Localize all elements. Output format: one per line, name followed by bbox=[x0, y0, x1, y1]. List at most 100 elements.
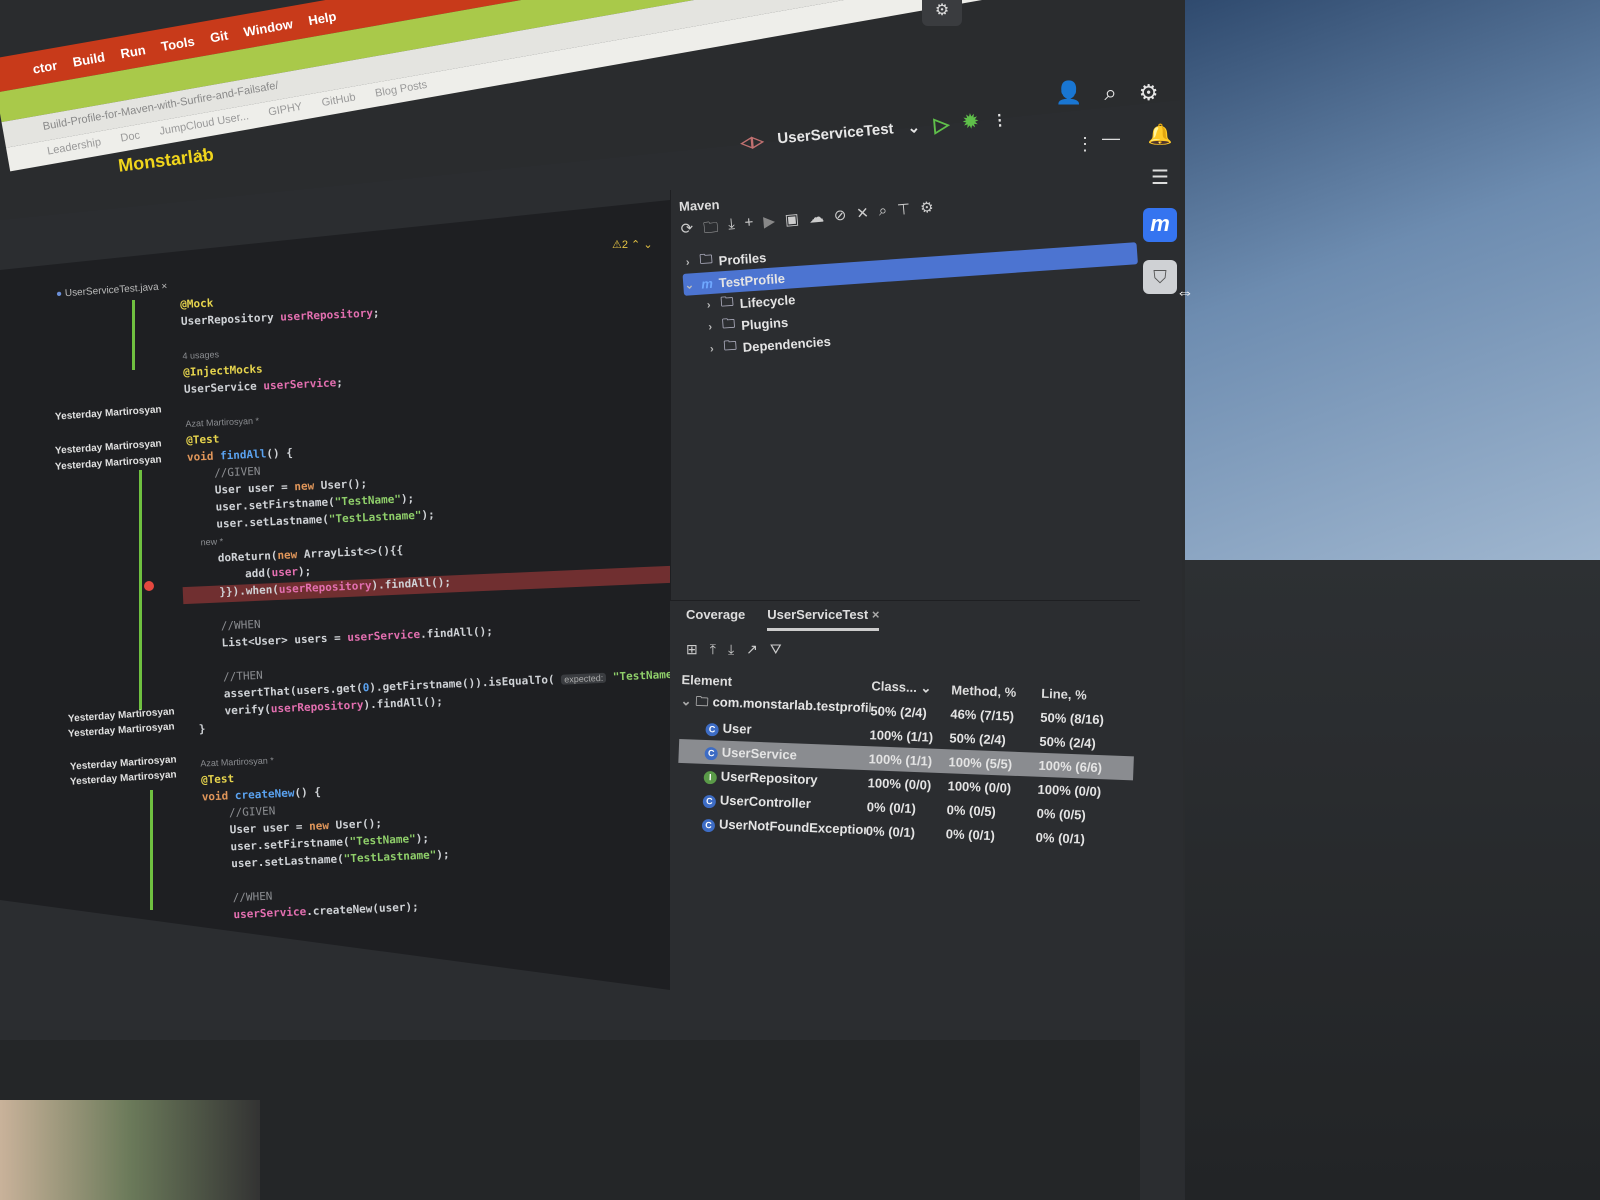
navigate-down-icon[interactable]: ⤓ bbox=[728, 641, 734, 658]
class-coverage-cell: 100% (1/1) bbox=[868, 750, 933, 769]
notifications-icon[interactable]: 🔔 bbox=[1148, 122, 1173, 147]
code-token: ; bbox=[335, 375, 344, 390]
close-icon[interactable]: × bbox=[872, 607, 880, 622]
chevron-right-icon[interactable]: › bbox=[704, 321, 717, 334]
maven-settings-icon[interactable]: ⚙ bbox=[919, 198, 935, 224]
filter-icon[interactable]: ⛛ bbox=[770, 641, 782, 658]
offline-mode-icon[interactable]: ☁ bbox=[808, 208, 825, 234]
element-cell: C User bbox=[679, 719, 869, 742]
export-icon[interactable]: ↗ bbox=[746, 641, 758, 658]
line-coverage-cell: 0% (0/5) bbox=[1036, 805, 1087, 823]
database-icon[interactable]: ☰ bbox=[1151, 165, 1169, 190]
code-token: ); bbox=[421, 508, 436, 522]
gear-icon[interactable]: ⚙ bbox=[922, 0, 962, 26]
reload-icon[interactable]: ⟳ bbox=[680, 219, 695, 245]
run-icon[interactable]: ▷ bbox=[933, 111, 951, 137]
logo-dots-icon: ∷ bbox=[196, 145, 205, 161]
code-token: ; bbox=[372, 306, 380, 320]
chevron-down-icon[interactable]: ⌄ bbox=[907, 117, 921, 136]
bookmark[interactable]: Doc bbox=[120, 129, 142, 146]
bookmark[interactable]: Leadership bbox=[46, 136, 102, 159]
breakpoint-icon[interactable] bbox=[144, 581, 154, 591]
maven-tree-label: Dependencies bbox=[742, 333, 832, 355]
code-token: userRepository bbox=[270, 698, 364, 716]
code-token: //WHEN bbox=[194, 617, 261, 634]
menu-build[interactable]: Build bbox=[71, 49, 106, 69]
add-user-icon[interactable]: 👤 bbox=[1055, 80, 1082, 106]
column-line[interactable]: Line, % bbox=[1041, 685, 1132, 703]
code-token: //WHEN bbox=[205, 889, 273, 906]
bookmark[interactable]: GitHub bbox=[321, 91, 357, 111]
menu-tools[interactable]: Tools bbox=[160, 33, 196, 54]
element-cell: I UserRepository bbox=[678, 767, 868, 790]
code-token: new bbox=[308, 818, 336, 833]
coverage-shield-icon[interactable]: ⛉ bbox=[1143, 260, 1177, 294]
chevron-right-icon[interactable]: › bbox=[705, 343, 718, 356]
background-wall bbox=[1185, 560, 1600, 1200]
code-token: User(); bbox=[335, 816, 383, 832]
chevron-down-icon[interactable]: ⌄ bbox=[680, 693, 691, 708]
show-diagram-icon[interactable]: ⊤ bbox=[896, 200, 911, 226]
resize-handle-icon[interactable]: ⇔ bbox=[1176, 282, 1194, 303]
column-class[interactable]: Class... ⌄ bbox=[871, 678, 952, 697]
method-coverage-cell: 50% (2/4) bbox=[949, 729, 1007, 747]
generate-sources-icon[interactable]: 🗀 bbox=[702, 217, 719, 243]
maven-panel-title: Maven bbox=[678, 196, 720, 215]
search-icon[interactable]: ⌕ bbox=[1104, 80, 1116, 106]
debug-icon[interactable]: ✹ bbox=[962, 111, 979, 133]
skip-tests-icon[interactable]: ⊘ bbox=[833, 206, 848, 232]
menu-git[interactable]: Git bbox=[209, 27, 229, 45]
menu-run[interactable]: Run bbox=[119, 42, 147, 61]
code-token: new bbox=[277, 547, 305, 562]
code-token: ); bbox=[297, 564, 312, 579]
code-token: ); bbox=[415, 831, 430, 846]
more-icon[interactable]: ⋮ bbox=[991, 110, 1007, 129]
menu-refactor[interactable]: ctor bbox=[31, 57, 58, 76]
add-icon[interactable]: + bbox=[744, 214, 755, 240]
code-token: doReturn( bbox=[191, 549, 278, 566]
menu-window[interactable]: Window bbox=[242, 16, 294, 39]
java-class-icon: ● bbox=[55, 288, 63, 300]
execute-goal-icon[interactable]: ▣ bbox=[784, 210, 800, 236]
code-token: ); bbox=[436, 847, 450, 862]
tab-userservicetest[interactable]: UserServiceTest × bbox=[767, 607, 880, 631]
chevron-right-icon[interactable]: › bbox=[681, 256, 694, 269]
code-token: expected: bbox=[561, 672, 607, 685]
settings-icon[interactable]: ⚙ bbox=[1139, 80, 1159, 106]
menu-help[interactable]: Help bbox=[307, 8, 337, 28]
run-maven-icon[interactable]: ▶ bbox=[763, 212, 777, 238]
flatten-packages-icon[interactable]: ⊞ bbox=[686, 641, 698, 658]
panel-options-icon[interactable]: ⋮ bbox=[1076, 134, 1094, 155]
code-token: Azat Martirosyan * bbox=[200, 755, 275, 769]
bookmark[interactable]: Blog Posts bbox=[374, 79, 428, 102]
download-icon[interactable]: ⤓ bbox=[727, 215, 736, 240]
element-name: UserNotFoundException bbox=[718, 816, 867, 838]
warnings-indicator[interactable]: ⚠2 ⌃ ⌄ bbox=[612, 238, 653, 251]
package-icon: 🗀 bbox=[695, 693, 709, 710]
collapse-icon[interactable]: ✕ bbox=[856, 204, 871, 230]
navigate-up-icon[interactable]: ⤒ bbox=[710, 641, 716, 658]
bookmark[interactable]: GIPHY bbox=[267, 101, 303, 121]
chevron-right-icon[interactable]: › bbox=[702, 299, 715, 312]
coverage-table: Element Class... ⌄ Method, % Line, % ⌄ 🗀 c… bbox=[676, 667, 1137, 852]
class-coverage-cell: 50% (2/4) bbox=[870, 702, 928, 720]
code-token: Azat Martirosyan * bbox=[185, 415, 260, 429]
maven-tree-label: Plugins bbox=[740, 314, 789, 333]
vcs-change-marker bbox=[139, 470, 142, 710]
line-coverage-cell: 50% (8/16) bbox=[1040, 709, 1105, 727]
class-coverage-cell: 0% (0/1) bbox=[865, 822, 916, 840]
maven-module-icon: m bbox=[700, 275, 714, 292]
minimize-icon[interactable]: — bbox=[1102, 128, 1120, 149]
class-coverage-cell: 100% (1/1) bbox=[869, 726, 934, 745]
analyze-dependencies-icon[interactable]: ⌕ bbox=[878, 202, 889, 228]
code-token: userRepository bbox=[278, 578, 372, 596]
chevron-down-icon[interactable]: ⌄ bbox=[683, 278, 696, 292]
column-element[interactable]: Element bbox=[681, 671, 871, 693]
element-name: com.monstarlab.testprofile.us bbox=[712, 694, 871, 717]
column-method[interactable]: Method, % bbox=[951, 682, 1042, 700]
maven-icon[interactable]: m bbox=[1143, 208, 1177, 242]
code-token: ).findAll(); bbox=[371, 575, 452, 592]
code-content[interactable]: @Mock UserRepository userRepository; 4 usa… bbox=[180, 276, 702, 926]
right-tool-strip: 🔔 ☰ m ⛉ bbox=[1140, 110, 1180, 294]
vcs-change-marker bbox=[150, 790, 153, 910]
